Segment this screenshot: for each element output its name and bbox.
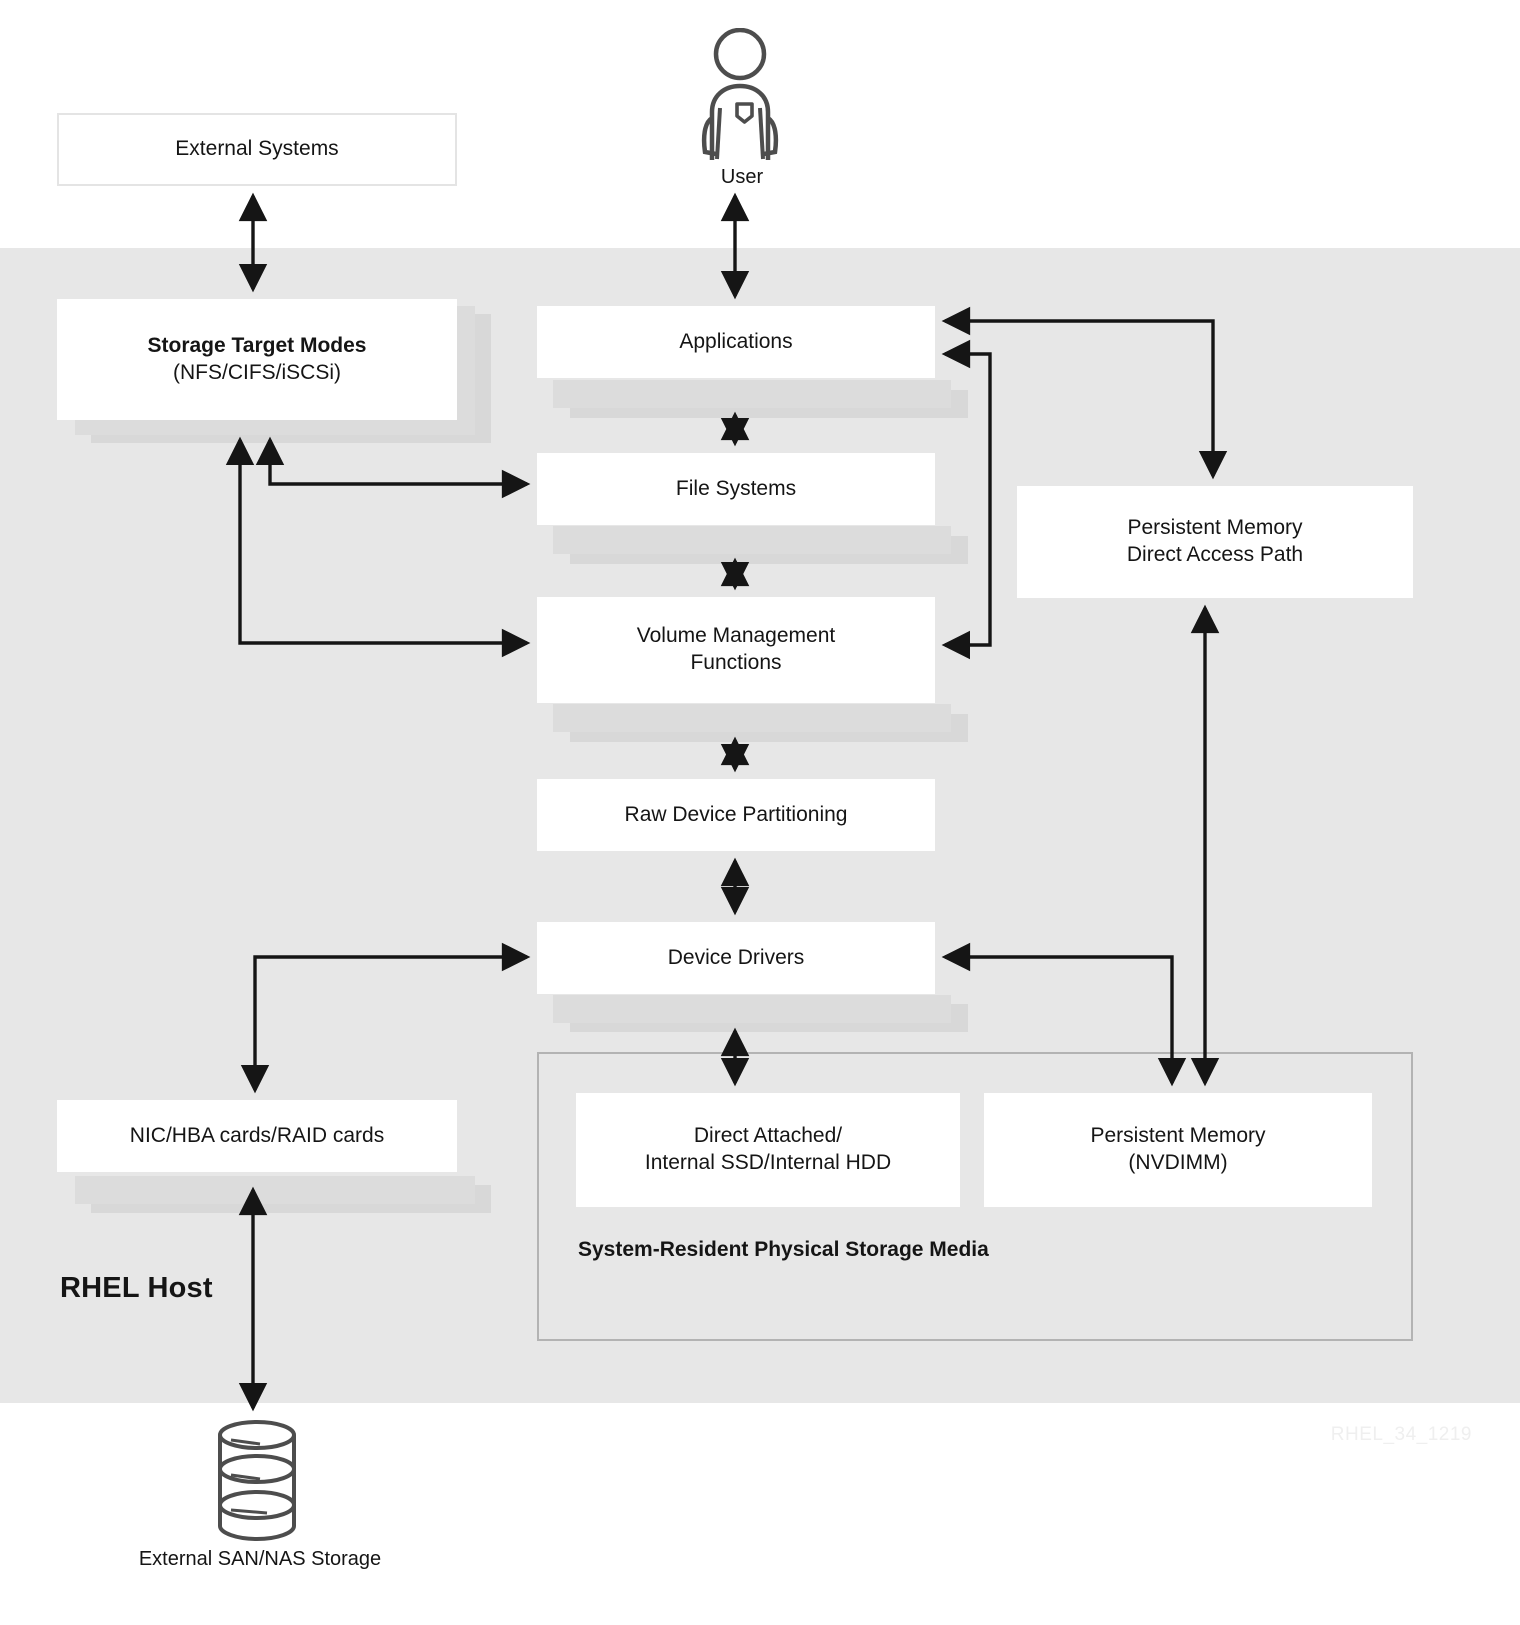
- node-file-systems[interactable]: File Systems: [537, 453, 935, 525]
- node-direct-attached-storage-subtitle: Internal SSD/Internal HDD: [644, 1151, 892, 1174]
- node-external-systems-title: External Systems: [175, 137, 339, 161]
- node-volume-management-title: Volume Management: [636, 624, 836, 648]
- file-systems-stack-mid: [553, 526, 951, 554]
- volume-management-stack-mid: [553, 704, 951, 732]
- node-raw-device-partitioning-title: Raw Device Partitioning: [624, 802, 848, 826]
- node-storage-target-modes-title: Storage Target Modes: [147, 333, 367, 357]
- rhel-host-label: RHEL Host: [60, 1272, 213, 1304]
- node-external-systems[interactable]: External Systems: [57, 113, 457, 186]
- node-persistent-memory-nvdimm[interactable]: Persistent Memory (NVDIMM): [984, 1093, 1372, 1207]
- node-persistent-memory-nvdimm-title: Persistent Memory: [1090, 1124, 1266, 1148]
- node-storage-target-modes[interactable]: Storage Target Modes (NFS/CIFS/iSCSi): [57, 299, 457, 420]
- node-pmem-direct-access-path-subtitle: Direct Access Path: [1126, 543, 1304, 566]
- nic-hba-stack-mid: [75, 1176, 475, 1204]
- node-volume-management[interactable]: Volume Management Functions: [537, 597, 935, 703]
- storage-icon-caption: External SAN/NAS Storage: [138, 1548, 382, 1570]
- user-icon: [690, 27, 790, 163]
- node-applications[interactable]: Applications: [537, 306, 935, 378]
- node-direct-attached-storage-title: Direct Attached/: [693, 1124, 843, 1148]
- node-applications-title: Applications: [679, 329, 793, 353]
- node-raw-device-partitioning[interactable]: Raw Device Partitioning: [537, 779, 935, 851]
- diagram-canvas: RHEL Host System-Resident Physical Stora…: [0, 0, 1520, 1625]
- node-pmem-direct-access-path-title: Persistent Memory: [1127, 516, 1303, 540]
- node-direct-attached-storage[interactable]: Direct Attached/ Internal SSD/Internal H…: [576, 1093, 960, 1207]
- node-pmem-direct-access-path[interactable]: Persistent Memory Direct Access Path: [1017, 486, 1413, 598]
- node-device-drivers-title: Device Drivers: [667, 945, 805, 969]
- system-resident-storage-caption: System-Resident Physical Storage Media: [578, 1238, 989, 1261]
- node-persistent-memory-nvdimm-subtitle: (NVDIMM): [1128, 1151, 1228, 1174]
- node-storage-target-modes-subtitle: (NFS/CIFS/iSCSi): [173, 360, 341, 384]
- device-drivers-stack-mid: [553, 995, 951, 1023]
- node-volume-management-subtitle: Functions: [690, 651, 782, 674]
- database-storage-icon: [205, 1418, 310, 1543]
- node-nic-hba-raid-cards-title: NIC/HBA cards/RAID cards: [129, 1123, 385, 1147]
- node-device-drivers[interactable]: Device Drivers: [537, 922, 935, 994]
- node-nic-hba-raid-cards[interactable]: NIC/HBA cards/RAID cards: [57, 1100, 457, 1172]
- applications-stack-mid: [553, 380, 951, 408]
- user-icon-caption: User: [720, 166, 764, 188]
- watermark-label: RHEL_34_1219: [1330, 1424, 1472, 1445]
- node-file-systems-title: File Systems: [675, 476, 797, 500]
